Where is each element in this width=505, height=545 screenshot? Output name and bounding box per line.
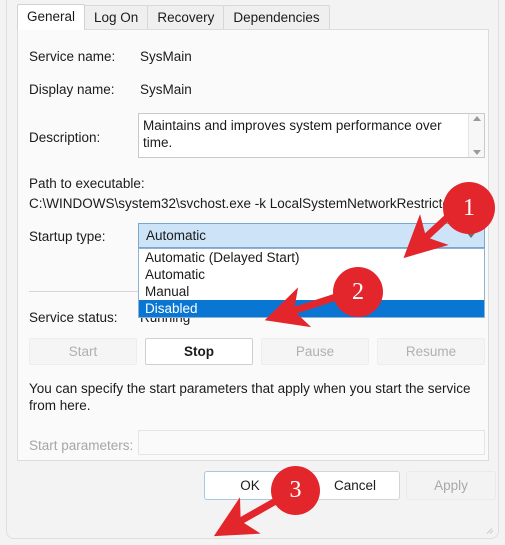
tab-log-on[interactable]: Log On	[84, 5, 149, 30]
resize-grip-icon[interactable]	[485, 525, 495, 535]
stop-button-label: Stop	[184, 344, 214, 359]
stop-button[interactable]: Stop	[145, 338, 253, 365]
start-parameters-input[interactable]	[138, 430, 485, 455]
ok-button-label: OK	[240, 478, 260, 493]
startup-type-combobox[interactable]: Automatic	[138, 223, 485, 248]
dropdown-option-disabled[interactable]: Disabled	[139, 300, 484, 317]
description-textbox[interactable]: Maintains and improves system performanc…	[138, 113, 485, 158]
description-scrollbar[interactable]	[468, 114, 484, 157]
resume-button[interactable]: Resume	[377, 338, 485, 365]
service-name-value: SysMain	[140, 49, 192, 64]
dialog-footer: OK Cancel Apply	[7, 471, 500, 511]
screenshot-root: General Log On Recovery Dependencies Ser…	[0, 0, 505, 545]
start-parameters-label: Start parameters:	[29, 438, 134, 453]
tab-general-label: General	[27, 9, 76, 24]
cancel-button[interactable]: Cancel	[310, 471, 400, 500]
start-button[interactable]: Start	[29, 338, 137, 365]
display-name-label: Display name:	[29, 82, 115, 97]
tab-dependencies-label: Dependencies	[233, 10, 320, 25]
apply-button[interactable]: Apply	[406, 471, 496, 500]
tab-recovery-label: Recovery	[157, 10, 215, 25]
path-to-executable-value: C:\WINDOWS\system32\svchost.exe -k Local…	[29, 196, 474, 211]
dropdown-option-label: Disabled	[145, 301, 198, 316]
service-control-buttons: Start Stop Pause Resume	[29, 338, 485, 365]
dropdown-option-label: Automatic	[145, 267, 206, 282]
path-to-executable-label: Path to executable:	[29, 176, 145, 191]
start-parameters-hint: You can specify the start parameters tha…	[29, 381, 471, 413]
service-name-label: Service name:	[29, 49, 116, 64]
pause-button[interactable]: Pause	[261, 338, 369, 365]
tab-general[interactable]: General	[17, 4, 86, 30]
startup-type-value: Automatic	[146, 228, 207, 243]
start-button-label: Start	[68, 344, 98, 359]
tab-dependencies[interactable]: Dependencies	[223, 5, 330, 30]
cancel-button-label: Cancel	[333, 478, 377, 493]
dropdown-option-label: Automatic (Delayed Start)	[145, 250, 300, 265]
dropdown-option-automatic-delayed-start[interactable]: Automatic (Delayed Start)	[139, 249, 484, 266]
annotation-badge-1: 1	[443, 182, 495, 234]
apply-button-label: Apply	[434, 478, 468, 493]
tab-strip: General Log On Recovery Dependencies	[17, 4, 330, 30]
service-properties-dialog: General Log On Recovery Dependencies Ser…	[6, 0, 499, 539]
service-status-label: Service status:	[29, 310, 118, 325]
description-text: Maintains and improves system performanc…	[143, 118, 442, 150]
description-label: Description:	[29, 130, 101, 145]
scroll-down-icon[interactable]	[472, 150, 481, 155]
dropdown-option-manual[interactable]: Manual	[139, 283, 484, 300]
scroll-up-icon[interactable]	[472, 116, 481, 121]
tab-log-on-label: Log On	[94, 10, 139, 25]
resume-button-label: Resume	[405, 344, 457, 359]
tab-recovery[interactable]: Recovery	[147, 5, 225, 30]
pause-button-label: Pause	[295, 344, 335, 359]
annotation-badge-3: 3	[271, 466, 320, 515]
startup-type-dropdown-list[interactable]: Automatic (Delayed Start) Automatic Manu…	[138, 248, 485, 318]
annotation-badge-2: 2	[333, 267, 383, 317]
dropdown-option-label: Manual	[145, 284, 190, 299]
dropdown-option-automatic[interactable]: Automatic	[139, 266, 484, 283]
startup-type-label: Startup type:	[29, 229, 106, 244]
display-name-value: SysMain	[140, 82, 192, 97]
